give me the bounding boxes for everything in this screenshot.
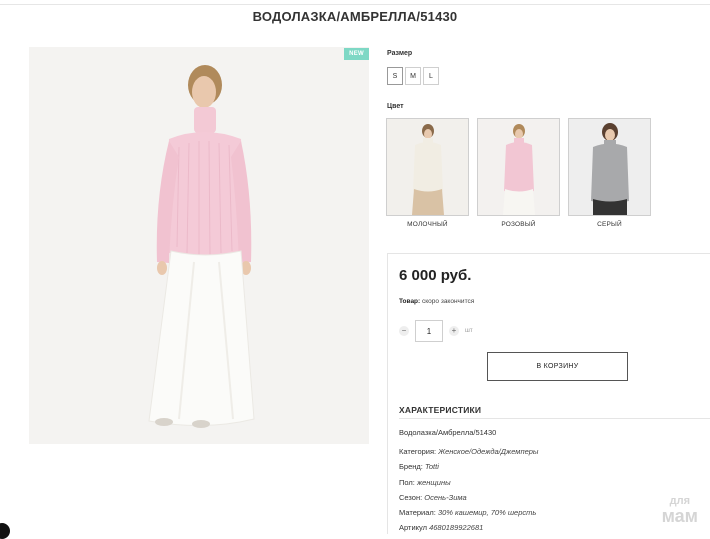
stock-label: Товар: [399, 298, 421, 305]
spec-value: 4680189922681 [429, 523, 484, 533]
spec-key: Бренд: [399, 462, 423, 472]
color-thumbnail [386, 118, 469, 216]
add-to-cart-button[interactable]: В КОРЗИНУ [487, 352, 628, 381]
size-label: Размер [387, 50, 413, 57]
size-option-m[interactable]: M [405, 67, 421, 85]
spec-row: Артикул 4680189922681 [399, 520, 538, 535]
color-selector: МОЛОЧНЫЙ РОЗОВЫЙ СЕРЫЙ [386, 118, 651, 228]
color-option-milk[interactable]: МОЛОЧНЫЙ [386, 118, 469, 228]
quantity-unit: шт [465, 328, 473, 334]
spec-value[interactable]: Женское/Одежда/Джемперы [438, 447, 538, 456]
spec-row: Сезон: Осень-Зима [399, 490, 538, 505]
model-photo-illustration [29, 47, 369, 444]
spec-value: Осень-Зима [424, 492, 467, 502]
color-name: РОЗОВЫЙ [501, 221, 536, 228]
specs-product-name: Водолазка/Амбрелла/51430 [399, 428, 497, 437]
spec-row: Пол: женщины [399, 475, 538, 490]
spec-value[interactable]: Totti [425, 462, 439, 471]
spec-key: Материал: [399, 507, 436, 517]
color-name: СЕРЫЙ [597, 221, 622, 228]
scroll-indicator[interactable] [0, 523, 10, 539]
size-option-s[interactable]: S [387, 67, 403, 85]
specs-divider [399, 418, 710, 419]
color-option-grey[interactable]: СЕРЫЙ [568, 118, 651, 228]
decrease-quantity-button[interactable]: − [399, 326, 409, 336]
color-label: Цвет [387, 103, 404, 110]
new-badge: NEW [344, 48, 369, 60]
specs-list: Водолазка/Амбрелла/51430 Категория: Женс… [399, 425, 538, 535]
specs-heading: ХАРАКТЕРИСТИКИ [399, 405, 482, 415]
increase-quantity-button[interactable]: + [449, 326, 459, 336]
size-selector: S M L [387, 67, 439, 85]
quantity-stepper: − 1 + шт [399, 320, 473, 342]
site-watermark: для мам [661, 496, 698, 526]
stock-value: скоро закончится [422, 298, 475, 305]
spec-key: Артикул [399, 523, 427, 533]
spec-key: Категория: [399, 447, 437, 457]
product-price: 6 000 руб. [399, 267, 472, 284]
watermark-line2: мам [661, 506, 698, 526]
quantity-input[interactable]: 1 [415, 320, 443, 342]
color-name: МОЛОЧНЫЙ [407, 221, 448, 228]
size-option-l[interactable]: L [423, 67, 439, 85]
product-main-image[interactable]: NEW [29, 47, 369, 444]
color-thumbnail [477, 118, 560, 216]
spec-row: Бренд: Totti [399, 459, 538, 474]
spec-value: женщины [416, 477, 451, 487]
header-divider [0, 4, 710, 5]
spec-key: Пол: [399, 477, 415, 487]
spec-key: Сезон: [399, 492, 423, 502]
spec-row: Категория: Женское/Одежда/Джемперы [399, 444, 538, 459]
page-title: ВОДОЛАЗКА/АМБРЕЛЛА/51430 [252, 9, 458, 24]
purchase-panel: 6 000 руб. Товар: скоро закончится − 1 +… [387, 253, 710, 534]
spec-row: Материал: 30% кашемир, 70% шерсть [399, 505, 538, 520]
color-option-pink[interactable]: РОЗОВЫЙ [477, 118, 560, 228]
spec-value: 30% кашемир, 70% шерсть [437, 507, 537, 517]
stock-status: Товар: скоро закончится [399, 298, 474, 305]
color-thumbnail [568, 118, 651, 216]
